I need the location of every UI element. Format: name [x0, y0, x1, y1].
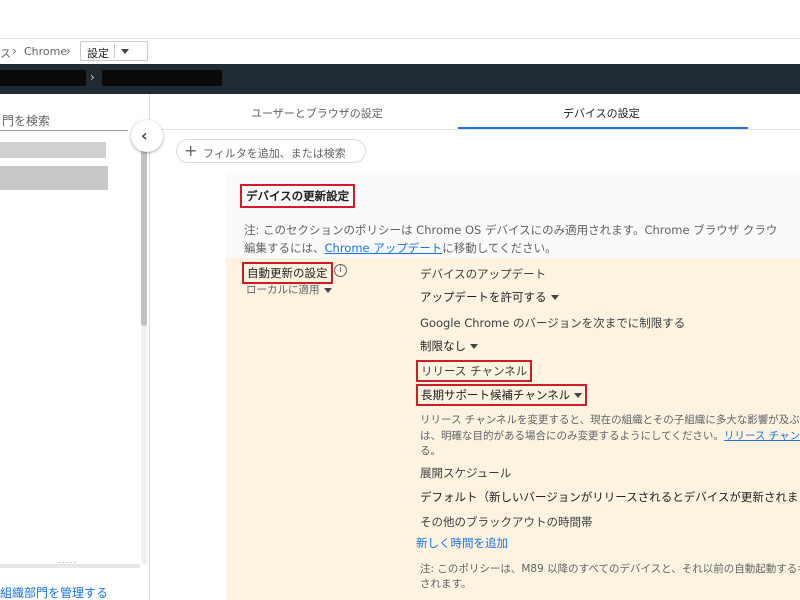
section-note: 注: このセクションのポリシーは Chrome OS デバイスにのみ適用されます…	[244, 223, 778, 237]
org-unit-panel: 門を検索 ..... 組織部門を管理する	[0, 94, 150, 600]
breadcrumb: ス › Chrome › 設定	[0, 38, 800, 64]
plus-icon: +	[184, 141, 198, 160]
caret-down-icon	[121, 49, 129, 54]
blackout-label: その他のブラックアウトの時間帯	[420, 515, 593, 529]
caret-down-icon	[323, 287, 332, 293]
device-update-value: アップデートを許可する	[420, 290, 547, 304]
breadcrumb-settings-select[interactable]: 設定	[80, 41, 148, 61]
settings-tabs: ユーザーとブラウザの設定 デバイスの設定	[151, 94, 800, 130]
note-text: に移動してください。	[442, 241, 557, 255]
rollout-schedule-label: 展開スケジュール	[420, 466, 512, 480]
release-channel-help-link[interactable]: リリース チャンネル	[724, 430, 800, 442]
version-limit-label: Google Chrome のバージョンを次までに制限する	[420, 316, 686, 330]
redacted-org-unit	[102, 70, 222, 86]
auto-update-policy-row: 自動更新の設定 i ローカルに適用 デバイスのアップデート アップデートを許可す…	[226, 258, 800, 600]
info-icon[interactable]: i	[334, 264, 347, 277]
release-channel-description-line2: は、明確な目的がある場合にのみ変更するようにしてください。リリース チャンネル	[420, 428, 800, 443]
release-channel-description-line3: る。	[420, 445, 441, 457]
caret-down-icon	[574, 393, 583, 398]
version-limit-select[interactable]: 制限なし	[420, 338, 478, 354]
org-path-bar: ›	[0, 64, 800, 94]
breadcrumb-item-parent[interactable]: ス	[0, 45, 11, 61]
breadcrumb-select-value: 設定	[87, 47, 109, 60]
section-title: デバイスの更新設定	[240, 184, 356, 208]
policy-name: 自動更新の設定	[242, 262, 333, 284]
org-unit-item-selected-redacted[interactable]	[0, 166, 108, 190]
release-channel-description: リリース チャンネルを変更すると、現在の組織とその子組織に多大な影響が及ぶこと	[420, 414, 800, 426]
section-note-line2: 編集するには、Chrome アップデートに移動してください。	[244, 240, 557, 256]
filter-placeholder: フィルタを追加、または検索	[203, 147, 346, 160]
device-update-select[interactable]: アップデートを許可する	[420, 289, 559, 305]
caret-down-icon	[550, 295, 559, 300]
chevron-right-icon: ›	[66, 44, 71, 58]
rollout-schedule-value[interactable]: デフォルト（新しいバージョンがリリースされるとデバイスが更新されま	[420, 489, 798, 505]
breadcrumb-item-chrome[interactable]: Chrome	[24, 45, 67, 58]
release-channel-select[interactable]: 長期サポート候補チャンネル	[416, 384, 588, 406]
chevron-right-icon: ›	[90, 70, 95, 84]
collapse-panel-button[interactable]: ‹	[131, 120, 163, 152]
redacted-org-name	[0, 70, 86, 86]
description-text: は、明確な目的がある場合にのみ変更するようにしてください。	[420, 430, 724, 442]
admin-console: ス › Chrome › 設定 › 門を検索 ..... 組織部門を管理する ‹…	[0, 0, 800, 600]
horizontal-scrollbar[interactable]	[0, 564, 140, 568]
org-unit-item-redacted[interactable]	[0, 142, 106, 158]
note-text: 編集するには、	[244, 241, 325, 255]
device-update-label: デバイスのアップデート	[420, 267, 547, 281]
scope-dropdown[interactable]: ローカルに適用	[246, 282, 332, 297]
search-underline	[0, 130, 128, 131]
active-tab-indicator	[458, 127, 748, 129]
chevron-left-icon: ‹	[141, 126, 148, 145]
vertical-scrollbar-thumb[interactable]	[141, 136, 147, 326]
manage-org-units-link[interactable]: 組織部門を管理する	[0, 584, 108, 600]
tab-device-settings[interactable]: デバイスの設定	[563, 105, 640, 121]
caret-down-icon	[470, 344, 478, 349]
chevron-right-icon: ›	[12, 44, 17, 58]
settings-content: デバイスの更新設定 注: このセクションのポリシーは Chrome OS デバイ…	[226, 172, 800, 600]
release-channel-label: リリース チャンネル	[416, 360, 533, 382]
scope-label: ローカルに適用	[246, 284, 320, 296]
tab-user-browser-settings[interactable]: ユーザーとブラウザの設定	[251, 105, 383, 121]
policy-footer-note-line2: されます。	[420, 578, 472, 590]
org-search-input[interactable]: 門を検索	[2, 112, 50, 129]
chrome-update-link[interactable]: Chrome アップデート	[325, 241, 443, 255]
add-time-link[interactable]: 新しく時間を追加	[416, 535, 508, 551]
version-limit-value: 制限なし	[420, 339, 466, 353]
select-divider	[114, 44, 115, 58]
filter-search-chip[interactable]: + フィルタを追加、または検索	[176, 139, 366, 163]
release-channel-value: 長期サポート候補チャンネル	[421, 388, 571, 402]
policy-footer-note: 注: このポリシーは、M89 以降のすべてのデバイスと、それ以前の自動起動するキ…	[420, 563, 800, 575]
